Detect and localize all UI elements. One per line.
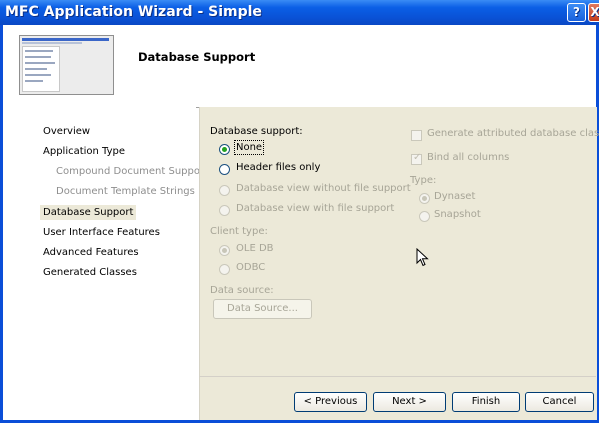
footer-divider xyxy=(199,376,596,377)
radio-snapshot-label[interactable]: Snapshot xyxy=(434,209,481,220)
nav-compound-document-support[interactable]: Compound Document Support xyxy=(56,166,208,177)
type-label: Type: xyxy=(410,175,437,186)
bind-all-columns-checkbox[interactable] xyxy=(411,152,422,165)
data-source-label: Data source: xyxy=(210,285,274,296)
bind-all-columns-label[interactable]: Bind all columns xyxy=(427,152,509,163)
mouse-cursor-icon xyxy=(416,248,429,267)
nav-user-interface-features[interactable]: User Interface Features xyxy=(43,227,160,238)
radio-none-label[interactable]: None xyxy=(233,140,265,155)
radio-odbc[interactable] xyxy=(219,264,230,275)
generate-attributed-label[interactable]: Generate attributed database class xyxy=(427,128,599,139)
client-type-label: Client type: xyxy=(210,226,268,237)
nav-generated-classes[interactable]: Generated Classes xyxy=(43,267,137,278)
wizard-nav: Overview Application Type Compound Docum… xyxy=(3,107,208,420)
nav-advanced-features[interactable]: Advanced Features xyxy=(43,247,139,258)
title-bar[interactable]: MFC Application Wizard - Simple ? X xyxy=(0,0,599,25)
database-support-label: Database support: xyxy=(210,126,303,137)
radio-ole-db[interactable] xyxy=(219,245,230,256)
radio-view-with-file-support[interactable] xyxy=(219,205,230,216)
wizard-header: Database Support xyxy=(3,25,596,108)
radio-view-without-file-support-label[interactable]: Database view without file support xyxy=(236,183,411,194)
radio-header-files-only-label[interactable]: Header files only xyxy=(236,162,320,173)
page-title: Database Support xyxy=(138,50,256,64)
nav-database-support[interactable]: Database Support xyxy=(40,205,137,220)
window-title: MFC Application Wizard - Simple xyxy=(5,4,262,20)
radio-view-with-file-support-label[interactable]: Database view with file support xyxy=(236,203,394,214)
wizard-banner-icon xyxy=(19,35,114,95)
radio-odbc-label[interactable]: ODBC xyxy=(236,262,265,273)
radio-dynaset-label[interactable]: Dynaset xyxy=(434,191,475,202)
finish-button[interactable]: Finish xyxy=(452,392,520,412)
nav-document-template-strings[interactable]: Document Template Strings xyxy=(56,186,195,197)
cancel-button[interactable]: Cancel xyxy=(525,392,594,412)
radio-none[interactable] xyxy=(219,144,230,155)
radio-view-without-file-support[interactable] xyxy=(219,185,230,196)
radio-snapshot[interactable] xyxy=(419,211,430,222)
close-button[interactable]: X xyxy=(588,3,599,22)
previous-button[interactable]: < Previous xyxy=(294,392,367,412)
radio-ole-db-label[interactable]: OLE DB xyxy=(236,243,274,254)
nav-overview[interactable]: Overview xyxy=(43,126,90,137)
generate-attributed-checkbox[interactable] xyxy=(411,130,422,141)
nav-application-type[interactable]: Application Type xyxy=(43,146,125,157)
help-button[interactable]: ? xyxy=(567,3,586,22)
next-button[interactable]: Next > xyxy=(373,392,446,412)
radio-dynaset[interactable] xyxy=(419,193,430,204)
radio-header-files-only[interactable] xyxy=(219,164,230,175)
data-source-button[interactable]: Data Source... xyxy=(213,299,312,319)
